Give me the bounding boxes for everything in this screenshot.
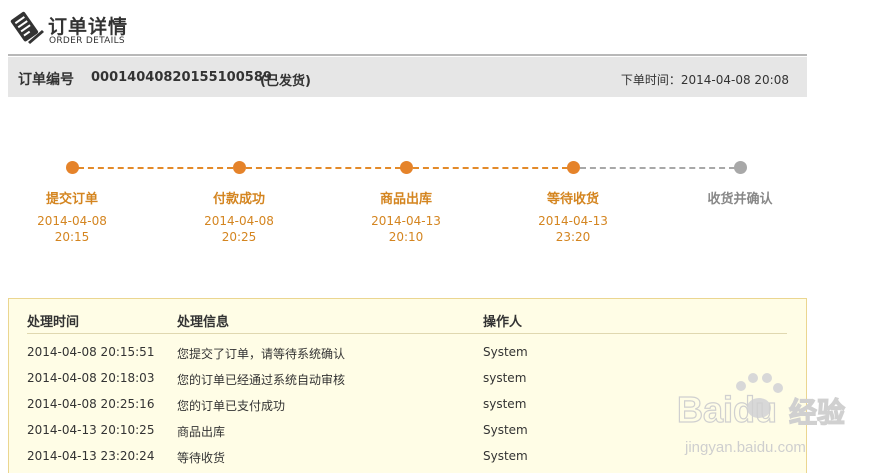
row-info: 您的订单已经通过系统自动审核 bbox=[177, 373, 346, 387]
table-row: 2014-04-08 20:15:51 您提交了订单，请等待系统确认 Syste… bbox=[27, 345, 787, 371]
log-table-header: 处理时间 处理信息 操作人 bbox=[27, 311, 787, 334]
order-number: 00014040820155100589 bbox=[91, 70, 272, 85]
table-row: 2014-04-13 20:10:25 商品出库 System bbox=[27, 423, 787, 449]
step-date: 2014-04-08 bbox=[204, 214, 274, 228]
progress-connector-3 bbox=[413, 167, 568, 169]
column-header-time: 处理时间 bbox=[27, 315, 80, 330]
order-log-table: 处理时间 处理信息 操作人 2014-04-08 20:15:51 您提交了订单… bbox=[8, 298, 807, 473]
row-operator: system bbox=[483, 397, 527, 411]
column-header-info: 处理信息 bbox=[177, 315, 230, 330]
row-operator: System bbox=[483, 423, 528, 437]
row-operator: system bbox=[483, 371, 527, 385]
row-info: 您的订单已支付成功 bbox=[177, 399, 286, 413]
page-subtitle: ORDER DETAILS bbox=[49, 36, 125, 46]
row-operator: System bbox=[483, 449, 528, 463]
step-label: 提交订单 bbox=[45, 192, 98, 207]
step-time: 23:20 bbox=[555, 230, 591, 244]
row-info: 等待收货 bbox=[177, 451, 226, 465]
step-date: 2014-04-13 bbox=[538, 214, 608, 228]
progress-step-2: 付款成功 2014-04-08 20:25 bbox=[179, 188, 299, 245]
order-info-bar: 订单编号 00014040820155100589 (已发货) 下单时间：201… bbox=[8, 57, 807, 97]
order-details-icon bbox=[10, 11, 44, 44]
order-progress: 提交订单 2014-04-08 20:15 付款成功 2014-04-08 20… bbox=[0, 150, 889, 250]
progress-dot-1 bbox=[66, 161, 79, 174]
table-row: 2014-04-13 23:20:24 等待收货 System bbox=[27, 449, 787, 475]
row-time: 2014-04-13 23:20:24 bbox=[27, 449, 155, 463]
row-time: 2014-04-13 20:10:25 bbox=[27, 423, 155, 437]
progress-step-1: 提交订单 2014-04-08 20:15 bbox=[12, 188, 132, 245]
table-row: 2014-04-08 20:25:16 您的订单已支付成功 system bbox=[27, 397, 787, 423]
progress-connector-2 bbox=[246, 167, 401, 169]
progress-step-4: 等待收货 2014-04-13 23:20 bbox=[513, 188, 633, 245]
row-time: 2014-04-08 20:25:16 bbox=[27, 397, 155, 411]
order-number-label: 订单编号 bbox=[18, 72, 74, 88]
step-time: 20:10 bbox=[388, 230, 424, 244]
progress-step-3: 商品出库 2014-04-13 20:10 bbox=[346, 188, 466, 245]
step-date: 2014-04-08 bbox=[37, 214, 107, 228]
step-label: 收货并确认 bbox=[707, 192, 773, 207]
order-status-badge: (已发货) bbox=[260, 74, 311, 89]
row-info: 商品出库 bbox=[177, 425, 226, 439]
progress-connector-1 bbox=[78, 167, 233, 169]
row-operator: System bbox=[483, 345, 528, 359]
order-time: 下单时间：2014-04-08 20:08 bbox=[621, 71, 789, 88]
progress-step-5: 收货并确认 bbox=[680, 188, 800, 213]
progress-dot-2 bbox=[233, 161, 246, 174]
progress-connector-4 bbox=[580, 167, 735, 169]
row-info: 您提交了订单，请等待系统确认 bbox=[177, 347, 346, 361]
order-time-value: 2014-04-08 20:08 bbox=[680, 73, 789, 87]
step-date: 2014-04-13 bbox=[371, 214, 441, 228]
step-label: 商品出库 bbox=[379, 192, 432, 207]
progress-dot-5 bbox=[734, 161, 747, 174]
step-label: 等待收货 bbox=[546, 192, 599, 207]
row-time: 2014-04-08 20:15:51 bbox=[27, 345, 155, 359]
column-header-operator: 操作人 bbox=[483, 315, 523, 330]
progress-dot-4 bbox=[567, 161, 580, 174]
progress-dot-3 bbox=[400, 161, 413, 174]
order-time-label: 下单时间： bbox=[620, 73, 681, 87]
header-divider bbox=[8, 54, 807, 56]
step-time: 20:15 bbox=[54, 230, 90, 244]
step-time: 20:25 bbox=[221, 230, 257, 244]
table-row: 2014-04-08 20:18:03 您的订单已经通过系统自动审核 syste… bbox=[27, 371, 787, 397]
page-title: 订单详情 bbox=[48, 16, 129, 38]
row-time: 2014-04-08 20:18:03 bbox=[27, 371, 155, 385]
step-label: 付款成功 bbox=[212, 192, 265, 207]
